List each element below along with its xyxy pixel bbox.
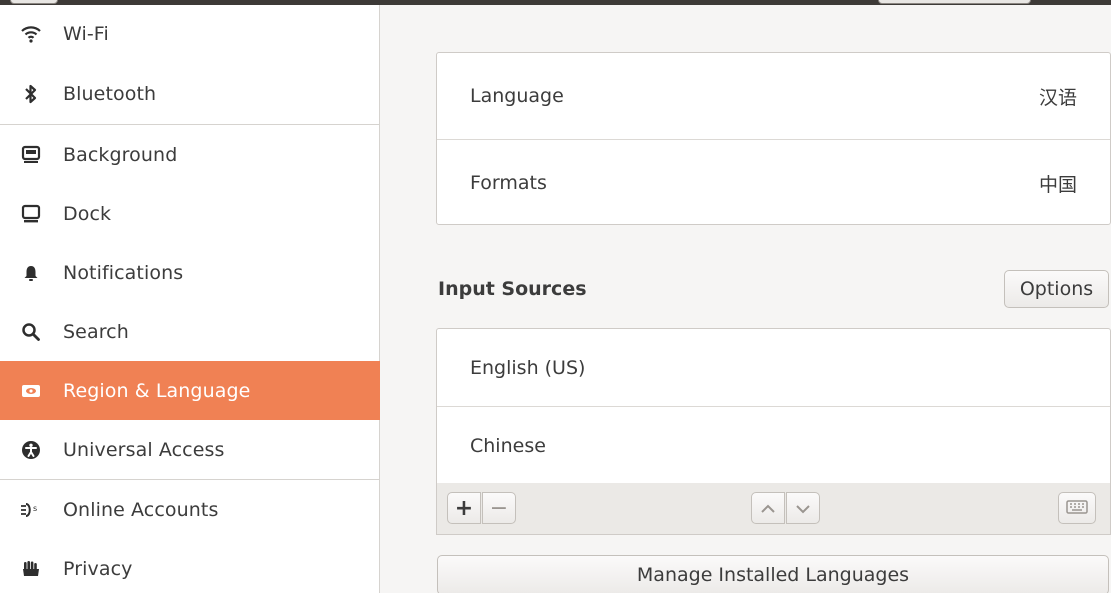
titlebar-widget[interactable] bbox=[878, 0, 1031, 4]
chevron-up-icon bbox=[760, 497, 776, 519]
sidebar-item-privacy[interactable]: Privacy bbox=[0, 539, 380, 593]
search-icon bbox=[20, 321, 42, 343]
svg-text:s: s bbox=[33, 504, 37, 513]
language-label: Language bbox=[470, 85, 564, 107]
remove-input-source-button[interactable]: − bbox=[482, 492, 516, 524]
sidebar-item-online-accounts[interactable]: s Online Accounts bbox=[0, 480, 380, 539]
add-input-source-button[interactable]: + bbox=[447, 492, 481, 524]
keyboard-layout-button[interactable] bbox=[1058, 492, 1096, 524]
language-row[interactable]: Language 汉语 bbox=[437, 53, 1110, 139]
language-value: 汉语 bbox=[1038, 86, 1077, 109]
sidebar-item-wifi[interactable]: Wi-Fi bbox=[0, 5, 380, 63]
sidebar-item-notifications[interactable]: Notifications bbox=[0, 243, 380, 302]
sidebar-item-search[interactable]: Search bbox=[0, 302, 380, 361]
formats-value: 中国 bbox=[1038, 173, 1077, 196]
list-item[interactable]: Chinese bbox=[437, 407, 1110, 484]
sidebar-item-label: Region & Language bbox=[63, 379, 251, 402]
sidebar-item-region-language[interactable]: Region & Language bbox=[0, 361, 380, 420]
bell-icon bbox=[20, 262, 42, 284]
sidebar-item-dock[interactable]: Dock bbox=[0, 184, 380, 243]
region-language-icon bbox=[20, 380, 42, 402]
sidebar-item-label: Wi-Fi bbox=[63, 23, 109, 45]
input-sources-heading: Input Sources bbox=[438, 278, 587, 300]
chevron-down-icon bbox=[795, 497, 811, 519]
manage-installed-languages-button[interactable]: Manage Installed Languages bbox=[437, 555, 1109, 593]
settings-sidebar: Wi-Fi Bluetooth Background Dock Notifica… bbox=[0, 5, 380, 593]
keyboard-icon bbox=[1066, 497, 1088, 519]
sidebar-item-background[interactable]: Background bbox=[0, 125, 380, 184]
sidebar-item-label: Notifications bbox=[63, 261, 184, 284]
sidebar-item-label: Search bbox=[63, 320, 129, 343]
input-sources-list: English (US) Chinese bbox=[436, 328, 1111, 484]
sidebar-item-label: Online Accounts bbox=[63, 498, 219, 521]
formats-row[interactable]: Formats 中国 bbox=[437, 140, 1110, 226]
online-accounts-icon: s bbox=[20, 499, 42, 521]
region-language-panel: Language 汉语 Formats 中国 Input Sources Opt… bbox=[381, 5, 1111, 593]
list-item[interactable]: English (US) bbox=[437, 329, 1110, 406]
input-source-name: English (US) bbox=[470, 356, 586, 379]
sidebar-item-universal-access[interactable]: Universal Access bbox=[0, 420, 380, 479]
sidebar-item-label: Privacy bbox=[63, 557, 133, 580]
sidebar-item-label: Universal Access bbox=[63, 438, 225, 461]
universal-access-icon bbox=[20, 439, 42, 461]
sidebar-item-label: Background bbox=[63, 143, 178, 166]
bluetooth-icon bbox=[20, 83, 42, 105]
sidebar-item-label: Dock bbox=[63, 202, 112, 225]
privacy-hand-icon bbox=[20, 558, 42, 580]
background-icon bbox=[20, 144, 42, 166]
dock-icon bbox=[20, 203, 42, 225]
language-formats-card: Language 汉语 Formats 中国 bbox=[436, 52, 1111, 225]
sidebar-item-bluetooth[interactable]: Bluetooth bbox=[0, 64, 380, 123]
sidebar-item-label: Bluetooth bbox=[63, 82, 157, 105]
options-button[interactable]: Options bbox=[1004, 270, 1109, 308]
input-sources-toolbar: + − bbox=[436, 483, 1111, 535]
input-source-name: Chinese bbox=[470, 434, 546, 457]
move-up-button[interactable] bbox=[751, 492, 785, 524]
formats-label: Formats bbox=[470, 172, 547, 194]
titlebar-search-button[interactable] bbox=[10, 0, 58, 4]
wifi-icon bbox=[20, 23, 42, 45]
move-down-button[interactable] bbox=[786, 492, 820, 524]
